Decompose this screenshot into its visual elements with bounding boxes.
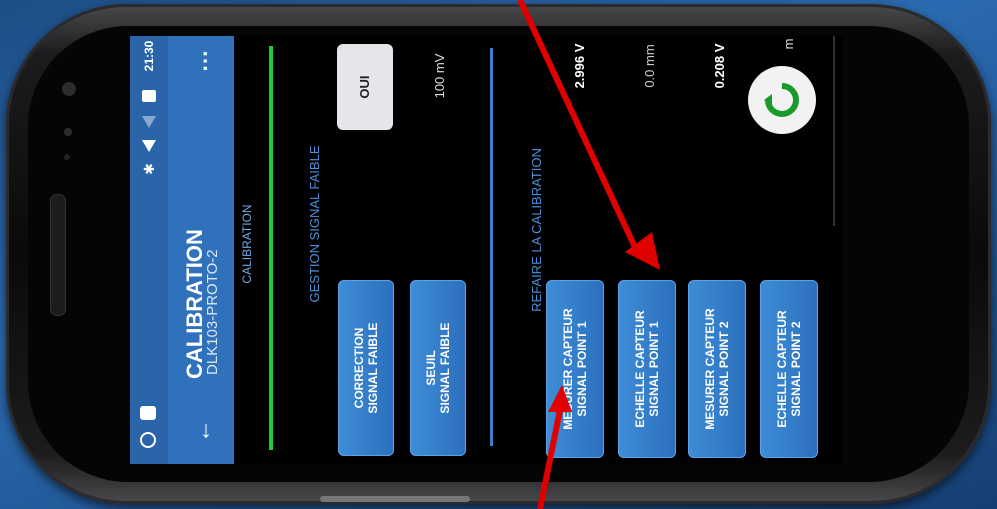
annotation-arrow-bottom [537,409,563,509]
annotation-arrow-top [517,0,643,260]
annotation-arrowhead-bottom [548,385,572,412]
annotation-arrows [517,0,660,509]
